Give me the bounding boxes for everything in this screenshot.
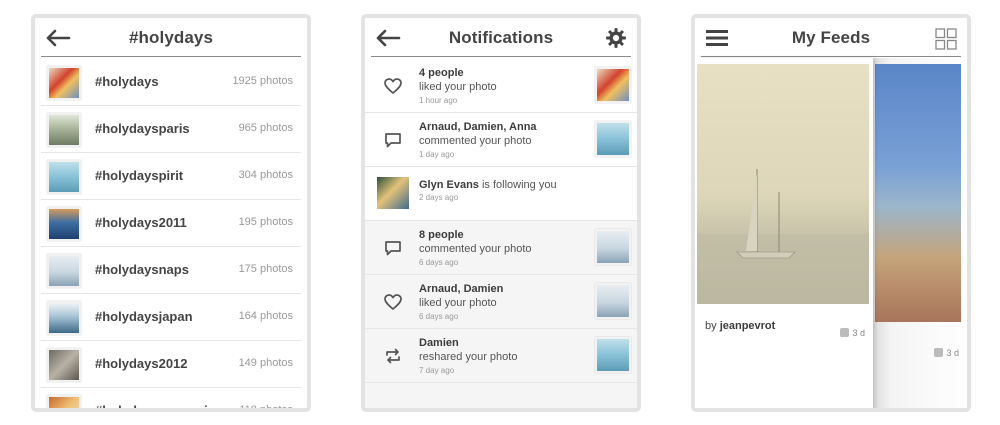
card-age: 3 d <box>840 328 865 338</box>
comment-icon <box>385 133 401 148</box>
hashtag-name: #holydays <box>95 74 159 89</box>
photo-thumbnail[interactable] <box>595 121 631 157</box>
camera-icon <box>840 328 850 337</box>
feeds-screen: My Feeds 3 d by jeanpevrot 3 d <box>691 14 971 412</box>
heart-icon <box>384 78 402 94</box>
notification-actor: 4 people <box>419 67 464 79</box>
hashtag-name: #holydaysparis <box>95 121 190 136</box>
hashtag-thumbnail <box>47 254 81 288</box>
photo-count: 175 photos <box>238 263 293 275</box>
hashtag-thumbnail <box>47 113 81 147</box>
notification-time: 6 days ago <box>419 312 459 321</box>
photo-count: 195 photos <box>238 216 293 228</box>
heart-icon <box>384 294 402 310</box>
notification-time: 1 day ago <box>419 150 455 159</box>
notification-item[interactable]: Glyn Evans is following you 2 days ago <box>365 167 637 221</box>
feed-author-line: by jeanpevrot <box>705 320 776 332</box>
hashtag-row[interactable]: #holydays 1925 photos <box>41 59 301 106</box>
notification-time: 7 day ago <box>419 366 455 375</box>
hashtag-thumbnail <box>47 66 81 100</box>
hashtag-thumbnail <box>47 207 81 241</box>
photo-thumbnail[interactable] <box>595 283 631 319</box>
hashtag-name: #holydays2012 <box>95 356 188 371</box>
photo-count: 1925 photos <box>232 75 293 87</box>
notification-action: commented your photo <box>419 135 532 147</box>
list-background <box>365 383 637 408</box>
hashtag-thumbnail <box>47 348 81 382</box>
camera-icon <box>934 348 944 357</box>
notification-time: 2 days ago <box>419 193 459 202</box>
notification-list: 4 people liked your photo 1 hour ago Arn… <box>365 59 637 383</box>
hashtag-name: #holydayspirit <box>95 168 184 183</box>
header-divider <box>371 56 631 57</box>
feeds-header: My Feeds <box>695 18 967 58</box>
notification-item[interactable]: 4 people liked your photo 1 hour ago <box>365 59 637 113</box>
header-divider <box>41 56 301 57</box>
hashtag-thumbnail <box>47 160 81 194</box>
photo-count: 164 photos <box>238 310 293 322</box>
feed-card[interactable]: 3 d <box>873 58 967 408</box>
hashtag-name: #holydays2011 <box>95 215 187 230</box>
feed-photo[interactable] <box>697 64 869 304</box>
notification-action: liked your photo <box>419 297 497 309</box>
notification-actor: Damien <box>419 337 459 349</box>
photo-count: 149 photos <box>238 357 293 369</box>
photo-thumbnail[interactable] <box>595 67 631 103</box>
hashtag-name: #holydaysscreaming <box>95 403 224 412</box>
gear-icon[interactable] <box>605 27 627 49</box>
notification-text: Glyn Evans is following you <box>419 179 557 191</box>
notification-actor: Arnaud, Damien, Anna <box>419 121 537 133</box>
notification-time: 1 hour ago <box>419 96 458 105</box>
hashtag-row[interactable]: #holydayspirit 304 photos <box>41 153 301 200</box>
comment-icon <box>385 241 401 256</box>
notification-action: liked your photo <box>419 81 497 93</box>
hashtag-list: #holydays 1925 photos #holydaysparis 965… <box>41 59 301 412</box>
notification-actor: 8 people <box>419 229 464 241</box>
card-age: 3 d <box>934 348 959 358</box>
notification-action: commented your photo <box>419 243 532 255</box>
hashtag-row[interactable]: #holydaysscreaming 118 photos <box>41 388 301 412</box>
hashtag-row[interactable]: #holydays2011 195 photos <box>41 200 301 247</box>
reshare-icon <box>386 348 400 364</box>
notifications-header: Notifications <box>365 18 637 58</box>
page-title: My Feeds <box>791 28 871 47</box>
notification-time: 6 days ago <box>419 258 459 267</box>
feed-card[interactable]: by jeanpevrot 3 d <box>695 58 873 408</box>
hashtag-name: #holydaysjapan <box>95 309 193 324</box>
hashtag-row[interactable]: #holydays2012 149 photos <box>41 341 301 388</box>
page-title: #holydays <box>128 28 214 47</box>
hashtag-name: #holydaysnaps <box>95 262 189 277</box>
hashtag-header: #holydays <box>35 18 307 58</box>
notifications-screen: Notifications 4 people liked your photo … <box>361 14 641 412</box>
notification-item[interactable]: Damien reshared your photo 7 day ago <box>365 329 637 383</box>
feed-carousel[interactable]: 3 d by jeanpevrot 3 d <box>695 58 967 408</box>
header-divider <box>701 56 961 57</box>
notification-item[interactable]: 8 people commented your photo 6 days ago <box>365 221 637 275</box>
hashtag-row[interactable]: #holydaysjapan 164 photos <box>41 294 301 341</box>
hashtag-row[interactable]: #holydaysparis 965 photos <box>41 106 301 153</box>
avatar[interactable] <box>377 177 409 209</box>
notification-actor: Glyn Evans <box>419 179 479 191</box>
hashtag-row[interactable]: #holydaysnaps 175 photos <box>41 247 301 294</box>
hashtag-thumbnail <box>47 395 81 408</box>
notification-action: reshared your photo <box>419 351 518 363</box>
page-title: Notifications <box>448 28 554 47</box>
photo-count: 304 photos <box>238 169 293 181</box>
hashtag-screen: #holydays #holydays 1925 photos #holyday… <box>31 14 311 412</box>
photo-thumbnail[interactable] <box>595 229 631 265</box>
photo-thumbnail[interactable] <box>595 337 631 373</box>
photo-count: 965 photos <box>238 122 293 134</box>
notification-item[interactable]: Arnaud, Damien liked your photo 6 days a… <box>365 275 637 329</box>
sailboat-image <box>697 169 869 304</box>
grid-view-icon[interactable] <box>935 28 957 50</box>
feed-photo[interactable] <box>875 64 961 322</box>
notification-actor: Arnaud, Damien <box>419 283 504 295</box>
notification-item[interactable]: Arnaud, Damien, Anna commented your phot… <box>365 113 637 167</box>
hashtag-thumbnail <box>47 301 81 335</box>
feed-author[interactable]: jeanpevrot <box>720 320 776 332</box>
notification-action: is following you <box>481 179 557 191</box>
photo-count: 118 photos <box>239 404 293 412</box>
